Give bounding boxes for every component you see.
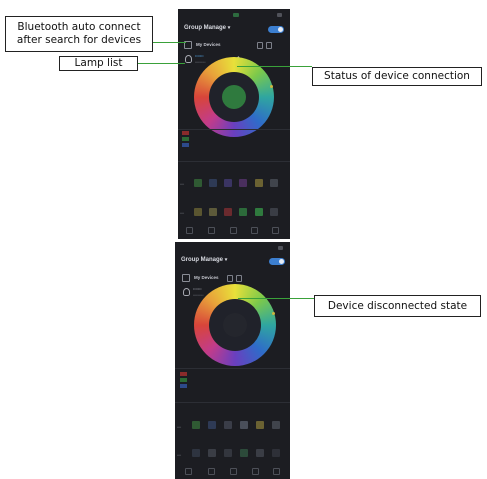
nav-scene-icon[interactable] [208, 227, 215, 234]
nav-music-icon[interactable] [230, 227, 237, 234]
scene-chip[interactable] [270, 179, 278, 187]
devices-icon [182, 274, 190, 282]
phone-screen-disconnected: Group Manage ▾ My Devices ••••••• ••••••… [175, 242, 290, 479]
leader-connection-status [237, 66, 312, 67]
battery-icon [278, 246, 283, 250]
scene-chip[interactable] [208, 421, 216, 429]
scene-chip[interactable] [224, 421, 232, 429]
callout-bluetooth-auto-connect: Bluetooth auto connect after search for … [5, 16, 153, 52]
status-bar [175, 242, 290, 254]
preset-swatch-red[interactable] [182, 131, 189, 135]
scene-chip[interactable] [209, 179, 217, 187]
mode-row-label: •••• [180, 211, 185, 215]
scene-chip[interactable] [240, 421, 248, 429]
scene-chip[interactable] [239, 179, 247, 187]
scene-chip[interactable] [255, 179, 263, 187]
mode-chip[interactable] [224, 449, 232, 457]
lamp-icon [185, 55, 192, 63]
mode-chip[interactable] [192, 449, 200, 457]
status-bar [178, 9, 290, 21]
mode-chip[interactable] [208, 449, 216, 457]
my-devices-label[interactable]: My Devices [196, 42, 221, 47]
group-manage-title[interactable]: Group Manage ▾ [181, 257, 227, 263]
nav-scene-icon[interactable] [208, 468, 215, 475]
leader-lamp-list [138, 63, 185, 64]
mode-chip[interactable] [239, 208, 247, 216]
mode-chip[interactable] [272, 449, 280, 457]
mode-chip[interactable] [270, 208, 278, 216]
refresh-icon[interactable] [257, 42, 263, 49]
preset-swatch-red[interactable] [180, 372, 187, 376]
scene-chip[interactable] [256, 421, 264, 429]
phone-screen-connected: Group Manage ▾ My Devices ••••••• ••••••… [178, 9, 290, 239]
brightness-dot[interactable] [270, 85, 273, 88]
group-manage-title[interactable]: Group Manage ▾ [184, 25, 230, 31]
scene-row-label: •••• [180, 182, 185, 186]
lock-icon[interactable] [266, 42, 272, 49]
mode-chip[interactable] [256, 449, 264, 457]
callout-disconnected-state: Device disconnected state [314, 295, 481, 317]
divider [175, 402, 290, 403]
preset-swatch-green[interactable] [182, 137, 189, 141]
nav-timer-icon[interactable] [272, 227, 279, 234]
lamp-subtitle: •••••••••• [195, 60, 206, 64]
scene-chip[interactable] [224, 179, 232, 187]
preset-swatch-green[interactable] [180, 378, 187, 382]
divider [178, 161, 290, 162]
chevron-down-icon: ▾ [227, 25, 231, 31]
mode-chip[interactable] [240, 449, 248, 457]
scene-chip[interactable] [192, 421, 200, 429]
lamp-subtitle: •••••••••• [193, 293, 204, 297]
leader-bluetooth [153, 42, 186, 43]
chevron-down-icon: ▾ [224, 257, 228, 263]
nav-home-icon[interactable] [186, 227, 193, 234]
lock-icon[interactable] [236, 275, 242, 282]
color-wheel-center[interactable] [222, 85, 246, 109]
leader-disconnected [238, 298, 314, 299]
my-devices-label[interactable]: My Devices [194, 275, 219, 280]
bluetooth-toggle[interactable] [269, 258, 285, 265]
bluetooth-toggle[interactable] [268, 26, 284, 33]
preset-swatch-blue[interactable] [182, 143, 189, 147]
lamp-icon [183, 288, 190, 296]
mode-chip[interactable] [255, 208, 263, 216]
preset-swatch-blue[interactable] [180, 384, 187, 388]
color-wheel-center[interactable] [223, 313, 247, 337]
lamp-name[interactable]: ••••••• [193, 287, 202, 291]
divider [175, 368, 290, 369]
divider [178, 129, 290, 130]
callout-lamp-list: Lamp list [59, 56, 138, 71]
signal-icon [233, 13, 239, 17]
brightness-dot[interactable] [272, 312, 275, 315]
nav-mic-icon[interactable] [252, 468, 259, 475]
callout-connection-status: Status of device connection [312, 67, 482, 86]
nav-home-icon[interactable] [185, 468, 192, 475]
mode-row-label: •••• [177, 453, 182, 457]
refresh-icon[interactable] [227, 275, 233, 282]
scene-chip[interactable] [194, 179, 202, 187]
nav-music-icon[interactable] [230, 468, 237, 475]
scene-row-label: •••• [177, 425, 182, 429]
nav-timer-icon[interactable] [273, 468, 280, 475]
battery-icon [277, 13, 282, 17]
lamp-name[interactable]: ••••••• [195, 54, 204, 58]
mode-chip[interactable] [224, 208, 232, 216]
scene-chip[interactable] [272, 421, 280, 429]
mode-chip[interactable] [209, 208, 217, 216]
mode-chip[interactable] [194, 208, 202, 216]
nav-mic-icon[interactable] [251, 227, 258, 234]
